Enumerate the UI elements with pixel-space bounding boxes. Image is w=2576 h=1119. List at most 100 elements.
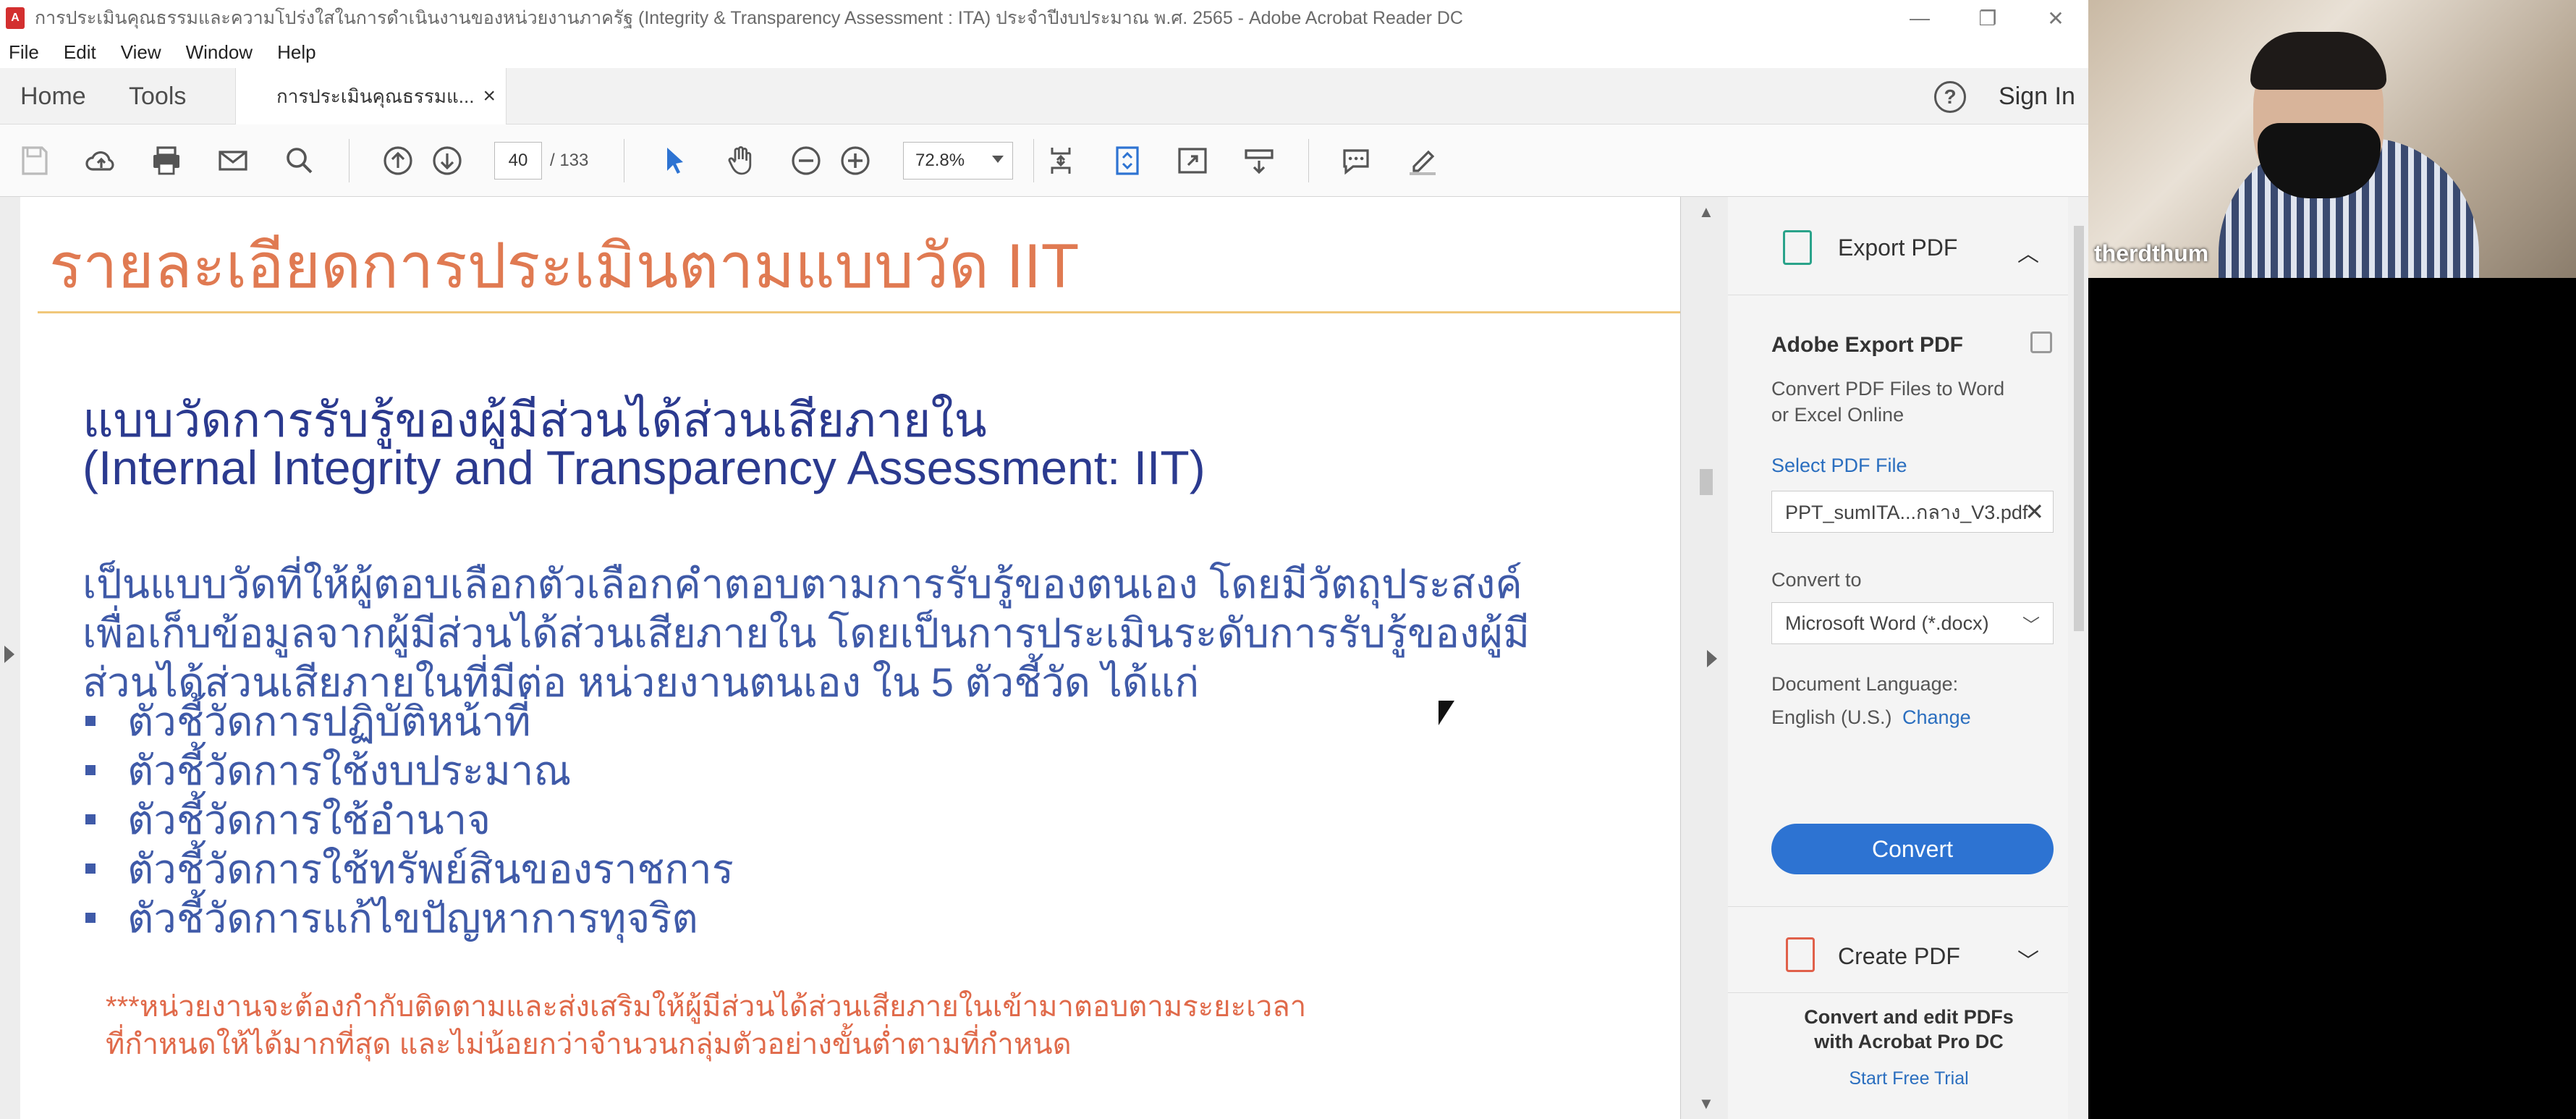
vertical-scrollbar[interactable]: ▲ ▼ xyxy=(1680,197,1728,1119)
chevron-up-icon[interactable]: ︿ xyxy=(2017,236,2039,268)
close-window-button[interactable]: ✕ xyxy=(2023,0,2088,36)
menu-edit[interactable]: Edit xyxy=(64,41,96,64)
selected-file-name: PPT_sumITA...กลาง_V3.pdf xyxy=(1785,501,2028,523)
menu-window[interactable]: Window xyxy=(186,41,253,64)
promo-line: Convert and edit PDFs xyxy=(1804,1006,2014,1028)
scroll-mode-icon[interactable] xyxy=(1107,140,1148,181)
pdf-page: รายละเอียดการประเมินตามแบบวัด IIT แบบวัด… xyxy=(20,197,1680,1119)
convert-format-select[interactable]: Microsoft Word (*.docx) ﹀ xyxy=(1771,602,2054,644)
window-title: การประเมินคุณธรรมและความโปร่งใสในการดำเน… xyxy=(35,8,1463,28)
bullet-square xyxy=(85,814,96,824)
participant-name: therdthum xyxy=(2094,240,2209,266)
page-total: / 133 xyxy=(550,151,589,170)
service-description: Convert PDF Files to Word xyxy=(1771,378,2005,400)
restore-button[interactable]: ❐ xyxy=(1955,0,2020,36)
search-icon[interactable] xyxy=(279,140,320,181)
next-page-icon[interactable] xyxy=(427,140,467,181)
document-viewer: รายละเอียดการประเมินตามแบบวัด IIT แบบวัด… xyxy=(0,197,1728,1119)
bullet-square xyxy=(85,913,96,923)
help-icon[interactable]: ? xyxy=(1934,81,1966,113)
convert-button[interactable]: Convert xyxy=(1771,824,2054,874)
right-pane-scroll-thumb[interactable] xyxy=(2074,226,2084,631)
menu-file[interactable]: File xyxy=(9,41,39,64)
minimize-button[interactable]: — xyxy=(1887,0,1952,36)
zoom-in-icon[interactable] xyxy=(835,140,876,181)
menu-view[interactable]: View xyxy=(121,41,161,64)
create-pdf-header[interactable]: Create PDF ﹀ xyxy=(1728,906,2068,993)
chevron-down-icon: ﹀ xyxy=(2022,615,2040,635)
full-screen-icon[interactable] xyxy=(1172,140,1213,181)
select-pdf-file-link[interactable]: Select PDF File xyxy=(1771,455,1907,477)
toolbar: 40 / 133 72.8% xyxy=(0,124,2088,197)
selected-file-field[interactable]: PPT_sumITA...กลาง_V3.pdf ✕ xyxy=(1771,491,2054,533)
scroll-down-icon[interactable]: ▼ xyxy=(1698,1094,1714,1113)
previous-page-icon[interactable] xyxy=(378,140,418,181)
create-pdf-title: Create PDF xyxy=(1838,943,1960,969)
bullet-square xyxy=(85,716,96,726)
participant-video: therdthum xyxy=(2088,0,2576,278)
bullet-square xyxy=(85,863,96,874)
document-tab-label: การประเมินคุณธรรมแ... xyxy=(276,85,475,107)
collapse-right-panel-icon[interactable] xyxy=(1707,650,1717,667)
right-pane-scrollbar[interactable] xyxy=(2068,197,2088,1119)
convert-format-value: Microsoft Word (*.docx) xyxy=(1785,612,1989,634)
save-icon[interactable] xyxy=(14,140,55,181)
mouse-cursor-icon xyxy=(1439,701,1454,725)
scroll-up-icon[interactable]: ▲ xyxy=(1698,203,1714,221)
chevron-down-icon xyxy=(992,156,1004,163)
highlight-pen-icon[interactable] xyxy=(1402,140,1443,181)
print-icon[interactable] xyxy=(146,140,187,181)
tab-bar: Home Tools การประเมินคุณธรรมแ... × ? Sig… xyxy=(0,68,2088,124)
scroll-thumb[interactable] xyxy=(1700,469,1713,495)
convert-to-label: Convert to xyxy=(1771,569,1862,591)
start-free-trial-link[interactable]: Start Free Trial xyxy=(1757,1068,2061,1089)
hand-tool-icon[interactable] xyxy=(721,140,761,181)
sign-in-link[interactable]: Sign In xyxy=(1999,68,2075,124)
create-pdf-icon xyxy=(1786,937,1815,972)
heading-english: (Internal Integrity and Transparency Ass… xyxy=(82,441,1206,494)
read-mode-icon[interactable] xyxy=(1239,140,1279,181)
bullet-square xyxy=(85,765,96,775)
export-pdf-icon xyxy=(1783,230,1812,265)
bullet-text: ตัวชี้วัดการแก้ไขปัญหาการทุจริต xyxy=(127,895,698,941)
acrobat-window: A การประเมินคุณธรรมและความโปร่งใสในการดำ… xyxy=(0,0,2088,1119)
page-number-input[interactable]: 40 xyxy=(494,142,542,180)
email-icon[interactable] xyxy=(213,140,253,181)
menu-bar: File Edit View Window Help xyxy=(0,36,2088,68)
fit-page-icon[interactable] xyxy=(1041,140,1081,181)
document-language-value: English (U.S.) xyxy=(1771,706,1892,728)
promo-line: with Acrobat Pro DC xyxy=(1814,1031,2004,1052)
left-panel-toggle[interactable] xyxy=(0,197,20,1119)
slide-title: รายละเอียดการประเมินตามแบบวัด IIT xyxy=(49,232,1080,301)
toolbar-separator xyxy=(1033,139,1034,182)
tab-tools[interactable]: Tools xyxy=(129,68,186,124)
zoom-out-icon[interactable] xyxy=(786,140,826,181)
right-tools-pane: Export PDF ︿ Adobe Export PDF Convert PD… xyxy=(1728,197,2088,1119)
toolbar-separator xyxy=(1308,139,1309,182)
menu-help[interactable]: Help xyxy=(277,41,315,64)
note-line: ที่กำหนดให้ได้มากที่สุด และไม่น้อยกว่าจำ… xyxy=(106,1029,1072,1060)
bullet-item: ตัวชี้วัดการแก้ไขปัญหาการทุจริต xyxy=(85,893,698,942)
title-bar: A การประเมินคุณธรรมและความโปร่งใสในการดำ… xyxy=(0,0,2088,36)
acrobat-app-icon: A xyxy=(6,7,25,29)
tab-home[interactable]: Home xyxy=(20,68,86,124)
zoom-value: 72.8% xyxy=(915,151,965,170)
service-title: Adobe Export PDF xyxy=(1771,333,1964,357)
service-description: or Excel Online xyxy=(1771,404,1905,426)
close-tab-icon[interactable]: × xyxy=(483,84,496,109)
comment-icon[interactable] xyxy=(1336,140,1376,181)
clear-file-icon[interactable]: ✕ xyxy=(2025,498,2044,525)
title-divider xyxy=(38,311,1680,313)
select-arrow-icon[interactable] xyxy=(654,140,695,181)
change-language-link[interactable]: Change xyxy=(1902,706,1971,728)
zoom-select[interactable]: 72.8% xyxy=(903,142,1013,180)
export-pdf-title: Export PDF xyxy=(1838,235,1958,261)
participant-hair xyxy=(2250,32,2386,90)
expand-left-panel-icon[interactable] xyxy=(4,646,14,663)
copy-icon[interactable] xyxy=(2030,332,2052,353)
export-pdf-header[interactable]: Export PDF ︿ xyxy=(1728,197,2068,295)
chevron-down-icon[interactable]: ﹀ xyxy=(2017,943,2039,975)
upload-cloud-icon[interactable] xyxy=(81,140,122,181)
document-language-row: English (U.S.) Change xyxy=(1771,706,1971,729)
tab-document[interactable]: การประเมินคุณธรรมแ... × xyxy=(235,68,507,124)
